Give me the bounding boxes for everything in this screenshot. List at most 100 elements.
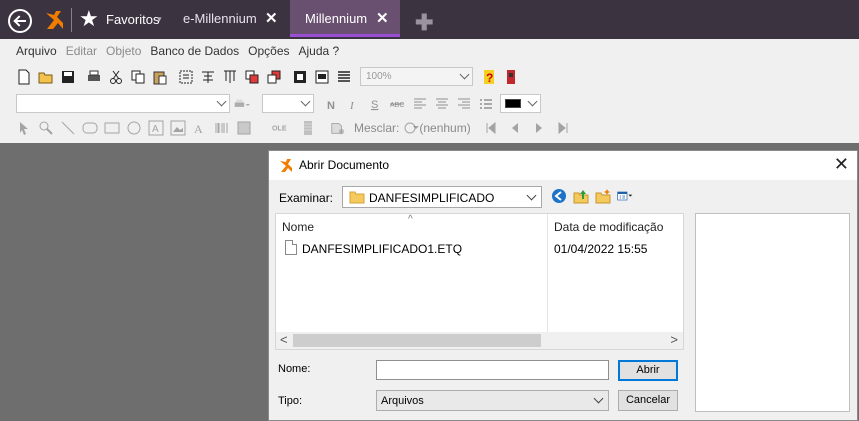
- image-frame-tool-icon[interactable]: [170, 120, 186, 136]
- grid-object-icon[interactable]: [300, 120, 316, 136]
- exit-icon[interactable]: [503, 69, 519, 85]
- ole-object-icon[interactable]: OLE: [272, 120, 290, 136]
- column-header-date[interactable]: Data de modificação: [554, 220, 663, 234]
- text-tool-icon[interactable]: A: [192, 120, 208, 136]
- previous-record-icon[interactable]: [507, 120, 523, 136]
- rectangle-tool-icon[interactable]: [104, 120, 120, 136]
- merge-field-icon[interactable]: [403, 120, 420, 136]
- cancel-button[interactable]: Cancelar: [618, 390, 678, 411]
- bring-to-front-icon[interactable]: [244, 69, 260, 85]
- svg-text:I: I: [349, 100, 355, 112]
- close-icon[interactable]: ✕: [834, 154, 849, 175]
- send-to-back-icon[interactable]: [266, 69, 282, 85]
- millennium-logo-icon: [280, 159, 292, 172]
- zoom-value: 100%: [366, 71, 392, 82]
- align-right-icon[interactable]: [456, 96, 472, 112]
- copy-icon[interactable]: [130, 69, 146, 85]
- preview-icon[interactable]: [314, 69, 330, 85]
- strikethrough-icon[interactable]: ABC: [390, 96, 406, 112]
- font-name-select[interactable]: [16, 94, 230, 113]
- editor-toolbar-area: Arquivo Editar Objeto Banco de Dados Opç…: [0, 39, 859, 143]
- file-list[interactable]: ^ Nome Data de modificação DANFESIMPLIFI…: [275, 213, 684, 350]
- align-left-icon[interactable]: [412, 96, 428, 112]
- chevron-down-icon: [300, 96, 311, 107]
- back-icon[interactable]: [8, 9, 32, 33]
- paste-icon[interactable]: [152, 69, 168, 85]
- last-record-icon[interactable]: [555, 120, 571, 136]
- zoom-tool-icon[interactable]: [38, 120, 54, 136]
- select-all-icon[interactable]: [178, 69, 194, 85]
- merge-value[interactable]: (nenhum): [419, 121, 470, 135]
- favorites-star-icon[interactable]: ★: [79, 8, 99, 30]
- column-divider[interactable]: [547, 214, 548, 334]
- scroll-right-icon[interactable]: >: [670, 332, 678, 347]
- pointer-tool-icon[interactable]: [16, 120, 32, 136]
- back-icon[interactable]: [551, 188, 567, 204]
- page-setup-icon[interactable]: [292, 69, 308, 85]
- new-folder-icon[interactable]: [595, 188, 611, 204]
- rounded-rect-tool-icon[interactable]: [82, 120, 98, 136]
- next-record-icon[interactable]: [531, 120, 547, 136]
- dialog-nav-toolbar: [551, 188, 647, 204]
- horizontal-scrollbar[interactable]: < >: [276, 332, 683, 349]
- bold-icon[interactable]: N: [324, 96, 340, 112]
- bullet-list-icon[interactable]: [478, 96, 494, 112]
- file-type-label: Tipo:: [278, 395, 303, 407]
- menu-objeto[interactable]: Objeto: [106, 44, 141, 60]
- zoom-select[interactable]: 100%: [360, 67, 473, 86]
- close-tab-icon[interactable]: ✕: [265, 9, 278, 27]
- scroll-left-icon[interactable]: <: [280, 332, 288, 347]
- close-tab-icon[interactable]: ✕: [376, 9, 389, 27]
- open-folder-icon[interactable]: [38, 69, 54, 85]
- column-header-name[interactable]: Nome: [282, 220, 314, 234]
- file-row[interactable]: DANFESIMPLIFICADO1.ETQ 01/04/2022 15:55: [276, 239, 683, 257]
- drawing-toolbar: A A OLE Mesclar: (nenhum): [16, 120, 577, 136]
- tab-label: Millennium: [305, 11, 368, 26]
- first-record-icon[interactable]: [483, 120, 499, 136]
- italic-icon[interactable]: I: [346, 96, 362, 112]
- millennium-logo-icon: [46, 11, 63, 29]
- new-document-icon[interactable]: [16, 69, 32, 85]
- open-button[interactable]: Abrir: [618, 360, 678, 381]
- tab-millennium[interactable]: Millennium ✕: [290, 0, 400, 37]
- file-modified-date: 01/04/2022 15:55: [554, 242, 648, 256]
- scrollbar-thumb[interactable]: [293, 334, 541, 347]
- menu-banco-de-dados[interactable]: Banco de Dados: [150, 44, 239, 60]
- chevron-down-icon[interactable]: ▾: [157, 14, 162, 25]
- up-folder-icon[interactable]: [573, 188, 589, 204]
- print-icon[interactable]: [86, 69, 102, 85]
- file-type-select[interactable]: Arquivos: [376, 390, 609, 411]
- tab-e-millennium[interactable]: e-Millennium ✕: [172, 0, 290, 37]
- picture-tool-icon[interactable]: [236, 120, 252, 136]
- align-objects-icon[interactable]: [200, 69, 216, 85]
- font-size-select[interactable]: [262, 94, 314, 113]
- align-center-icon[interactable]: [434, 96, 450, 112]
- underline-icon[interactable]: S: [368, 96, 384, 112]
- menu-ajuda[interactable]: Ajuda ?: [299, 44, 340, 60]
- barcode-tool-icon[interactable]: [214, 120, 230, 136]
- help-icon[interactable]: ?: [481, 69, 497, 85]
- text-box-tool-icon[interactable]: A: [148, 120, 164, 136]
- properties-icon[interactable]: [336, 69, 352, 85]
- svg-text:ABC: ABC: [390, 102, 404, 109]
- preview-pane: [695, 213, 850, 412]
- printer-select-icon[interactable]: [234, 96, 256, 112]
- text-color-select[interactable]: [500, 94, 541, 113]
- menu-editar[interactable]: Editar: [66, 44, 97, 60]
- dialog-titlebar: Abrir Documento ✕: [269, 151, 857, 180]
- cut-icon[interactable]: [108, 69, 124, 85]
- file-name-input[interactable]: [376, 360, 609, 380]
- look-in-select[interactable]: DANFESIMPLIFICADO: [342, 186, 542, 208]
- menu-opcoes[interactable]: Opções: [248, 44, 289, 60]
- merge-data-icon[interactable]: [330, 120, 348, 136]
- favorites-menu[interactable]: Favoritos: [106, 12, 159, 27]
- dialog-title: Abrir Documento: [299, 158, 390, 172]
- distribute-objects-icon[interactable]: [222, 69, 238, 85]
- save-icon[interactable]: [60, 69, 76, 85]
- add-tab-icon[interactable]: ✚: [415, 12, 433, 34]
- menu-arquivo[interactable]: Arquivo: [16, 44, 57, 60]
- view-menu-icon[interactable]: [617, 188, 641, 204]
- ellipse-tool-icon[interactable]: [126, 120, 142, 136]
- chevron-down-icon: [527, 96, 538, 107]
- line-tool-icon[interactable]: [60, 120, 76, 136]
